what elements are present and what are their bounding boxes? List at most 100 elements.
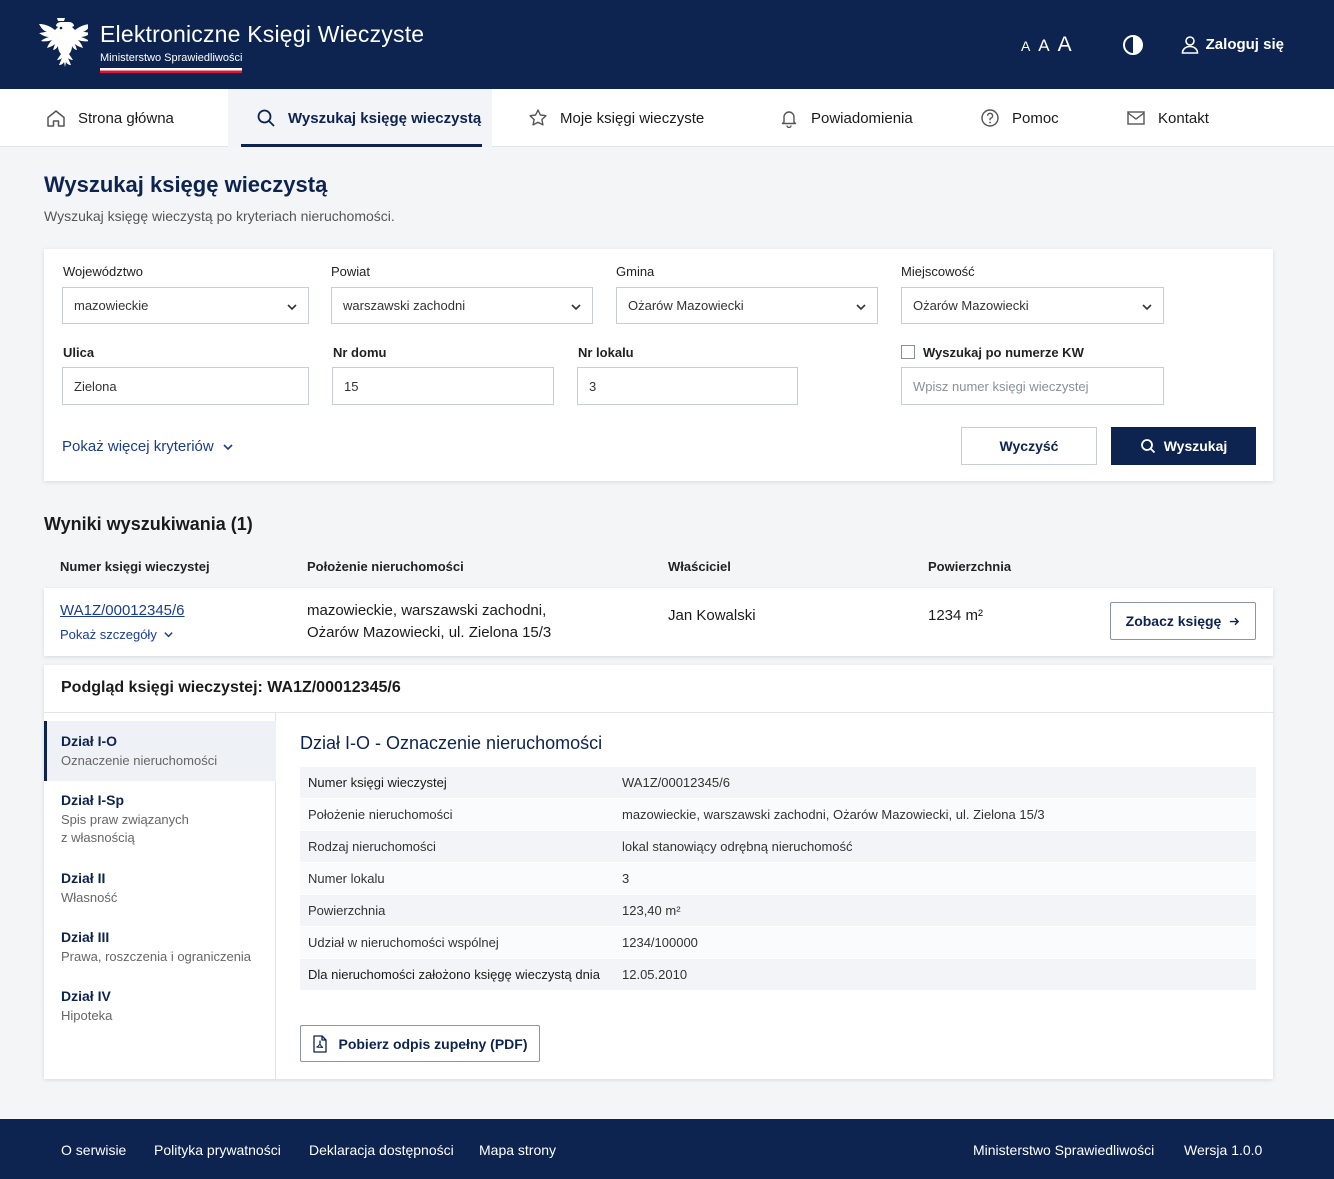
nav-item-help[interactable]: Pomoc xyxy=(980,89,1059,147)
section-desc: Własność xyxy=(61,890,118,905)
section-title: Dział I-Sp xyxy=(61,792,125,808)
footer-version: Wersja 1.0.0 xyxy=(1184,1142,1263,1158)
detail-row: Numer lokalu 3 xyxy=(300,863,1256,895)
powiat-label: Powiat xyxy=(331,264,371,279)
section-item-dzial-iv[interactable]: Dział IV Hipoteka xyxy=(44,988,276,1025)
nr-domu-input[interactable]: 15 xyxy=(332,367,554,405)
top-header: Elektroniczne Księgi Wieczyste Ministers… xyxy=(0,0,1334,89)
wojewodztwo-label: Województwo xyxy=(63,264,143,279)
column-header-location: Położenie nieruchomości xyxy=(307,559,464,574)
footer-ministry[interactable]: Ministerstwo Sprawiedliwości xyxy=(973,1142,1154,1158)
section-desc-line-2: z własnością xyxy=(61,830,135,845)
kw-search-checkbox-label: Wyszukaj po numerze KW xyxy=(923,345,1084,360)
detail-key: Powierzchnia xyxy=(308,903,386,918)
detail-row: Powierzchnia 123,40 m² xyxy=(300,895,1256,927)
show-details-label: Pokaż szczegóły xyxy=(60,627,157,642)
detail-key: Numer księgi wieczystej xyxy=(308,775,447,790)
show-more-criteria-label: Pokaż więcej kryteriów xyxy=(62,438,214,455)
see-book-button[interactable]: Zobacz księgę xyxy=(1110,602,1256,640)
section-item-dzial-ii[interactable]: Dział II Własność xyxy=(44,870,276,907)
section-desc: Hipoteka xyxy=(61,1008,113,1023)
nav-item-contact[interactable]: Kontakt xyxy=(1126,89,1209,147)
search-icon xyxy=(257,109,275,127)
kw-search-checkbox[interactable] xyxy=(901,345,915,359)
detail-value: 3 xyxy=(622,871,630,886)
powiat-select[interactable]: warszawski zachodni xyxy=(331,287,593,324)
header-actions: A A A Zaloguj się xyxy=(1021,0,1284,89)
select-value: Ożarów Mazowiecki xyxy=(628,298,744,313)
clear-button[interactable]: Wyczyść xyxy=(961,427,1097,465)
section-item-dzial-isp[interactable]: Dział I-Sp Spis praw związanych z własno… xyxy=(44,792,276,847)
results-title: Wyniki wyszukiwania (1) xyxy=(44,514,253,534)
nr-lokalu-label: Nr lokalu xyxy=(578,345,634,360)
search-form-card: Województwo mazowieckie Powiat warszawsk… xyxy=(44,249,1273,481)
site-logo[interactable]: Elektroniczne Księgi Wieczyste Ministers… xyxy=(34,16,424,74)
gmina-select[interactable]: Ożarów Mazowiecki xyxy=(616,287,878,324)
footer-link-accessibility[interactable]: Deklaracja dostępności xyxy=(309,1142,454,1158)
nav-item-label: Pomoc xyxy=(1012,109,1059,127)
search-icon xyxy=(1140,439,1155,454)
location-line-1: mazowieckie, warszawski zachodni, xyxy=(307,602,547,619)
contrast-icon[interactable] xyxy=(1122,34,1144,56)
home-icon xyxy=(47,110,65,127)
ulica-input[interactable]: Zielona xyxy=(62,367,309,405)
site-subtitle: Ministerstwo Sprawiedliwości xyxy=(100,52,243,73)
bell-icon xyxy=(781,111,797,128)
section-detail-title: Dział I-O - Oznaczenie nieruchomości xyxy=(300,733,603,753)
detail-row: Numer księgi wieczystej WA1Z/00012345/6 xyxy=(300,767,1256,799)
kw-number-input[interactable]: Wpisz numer księgi wieczystej xyxy=(901,367,1164,405)
nr-domu-label: Nr domu xyxy=(333,345,387,360)
miejscowosc-label: Miejscowość xyxy=(901,264,975,279)
section-sidebar: Dział I-O Oznaczenie nieruchomości Dział… xyxy=(44,713,276,1079)
login-label: Zaloguj się xyxy=(1205,36,1284,53)
login-button[interactable]: Zaloguj się xyxy=(1180,35,1284,55)
column-header-number: Numer księgi wieczystej xyxy=(60,559,210,574)
section-item-dzial-io[interactable]: Dział I-O Oznaczenie nieruchomości xyxy=(44,721,276,781)
detail-value: mazowieckie, warszawski zachodni, Ożarów… xyxy=(622,807,1045,822)
search-button[interactable]: Wyszukaj xyxy=(1111,427,1256,465)
nav-item-my-books[interactable]: Moje księgi wieczyste xyxy=(528,89,704,147)
detail-row: Dla nieruchomości założono księgę wieczy… xyxy=(300,959,1256,991)
select-value: Ożarów Mazowiecki xyxy=(913,298,1029,313)
nav-item-notifications[interactable]: Powiadomienia xyxy=(779,89,913,147)
download-pdf-button[interactable]: Pobierz odpis zupełny (PDF) xyxy=(300,1025,540,1062)
eagle-emblem-icon xyxy=(39,17,88,67)
nav-item-home[interactable]: Strona główna xyxy=(46,89,174,147)
detail-key: Dla nieruchomości założono księgę wieczy… xyxy=(308,967,600,982)
font-size-medium-button[interactable]: A xyxy=(1038,36,1049,56)
nav-item-search[interactable]: Wyszukaj księgę wieczystą xyxy=(228,89,492,147)
detail-value: 123,40 m² xyxy=(622,903,681,918)
pdf-file-icon xyxy=(313,1034,328,1053)
nr-lokalu-input[interactable]: 3 xyxy=(577,367,798,405)
location-cell: mazowieckie, warszawski zachodni, Ożarów… xyxy=(307,600,551,644)
section-title: Dział I-O xyxy=(61,733,118,749)
show-more-criteria-link[interactable]: Pokaż więcej kryteriów xyxy=(62,438,234,455)
see-book-label: Zobacz księgę xyxy=(1125,613,1222,629)
section-title: Dział IV xyxy=(61,988,111,1004)
chevron-down-icon xyxy=(287,304,297,311)
select-value: mazowieckie xyxy=(74,298,149,313)
footer-link-about[interactable]: O serwisie xyxy=(61,1142,126,1158)
footer-link-sitemap[interactable]: Mapa strony xyxy=(479,1142,556,1158)
show-details-link[interactable]: Pokaż szczegóły xyxy=(60,627,174,642)
footer-link-privacy[interactable]: Polityka prywatności xyxy=(154,1142,281,1158)
font-size-large-button[interactable]: A xyxy=(1058,33,1072,57)
owner-cell: Jan Kowalski xyxy=(668,607,756,624)
main-navigation: Strona główna Wyszukaj księgę wieczystą … xyxy=(0,89,1334,147)
column-header-area: Powierzchnia xyxy=(928,559,1012,574)
table-row: WA1Z/00012345/6 Pokaż szczegóły mazowiec… xyxy=(44,588,1273,656)
detail-row: Rodzaj nieruchomości lokal stanowiący odr… xyxy=(300,831,1256,863)
section-item-dzial-iii[interactable]: Dział III Prawa, roszczenia i ograniczen… xyxy=(44,929,276,966)
kw-number-link[interactable]: WA1Z/00012345/6 xyxy=(60,602,185,619)
star-icon xyxy=(529,109,547,126)
location-line-2: Ożarów Mazowiecki, ul. Zielona 15/3 xyxy=(307,624,552,641)
wojewodztwo-select[interactable]: mazowieckie xyxy=(62,287,309,324)
miejscowosc-select[interactable]: Ożarów Mazowiecki xyxy=(901,287,1164,324)
detail-key: Położenie nieruchomości xyxy=(308,807,453,822)
nav-item-label: Kontakt xyxy=(1158,109,1209,127)
ulica-label: Ulica xyxy=(63,345,95,360)
detail-key: Rodzaj nieruchomości xyxy=(308,839,436,854)
font-size-small-button[interactable]: A xyxy=(1021,38,1030,54)
column-header-owner: Właściciel xyxy=(668,559,731,574)
section-desc: Oznaczenie nieruchomości xyxy=(61,753,218,768)
